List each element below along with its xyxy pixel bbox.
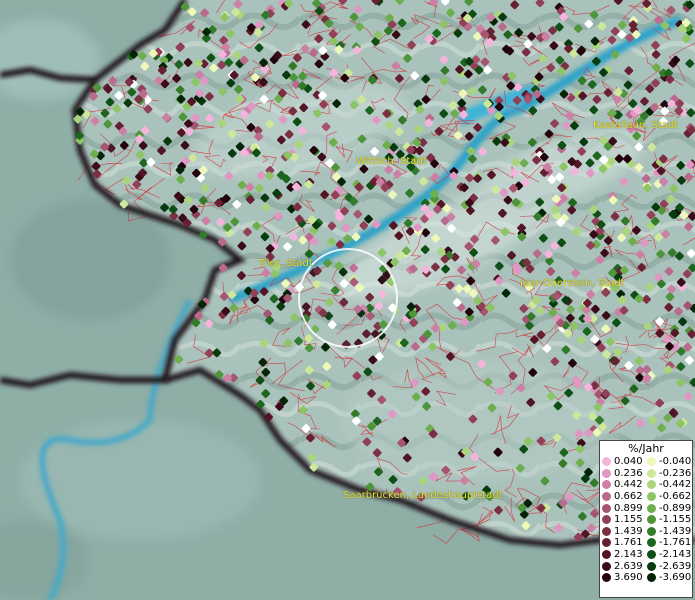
legend-row: -0.040 <box>647 456 692 468</box>
city-label-wittlich[interactable]: Wittlich, Stadt <box>356 156 427 167</box>
legend-row: 2.639 <box>602 560 647 572</box>
legend-row: -1.155 <box>647 514 692 526</box>
legend-swatch <box>602 480 611 490</box>
legend-swatch <box>602 492 611 502</box>
legend-label: -1.155 <box>659 514 692 526</box>
legend-row: 0.236 <box>602 468 647 480</box>
legend-label: 0.899 <box>614 502 643 514</box>
legend-swatch <box>602 573 611 583</box>
legend-row: 1.439 <box>602 526 647 538</box>
legend-swatch <box>647 480 656 490</box>
legend-label: 0.040 <box>614 456 643 468</box>
legend-label: -0.662 <box>659 491 692 503</box>
legend-label: 1.761 <box>614 537 643 549</box>
legend-swatch <box>602 526 611 536</box>
legend-row: -2.639 <box>647 560 692 572</box>
legend-row: -1.439 <box>647 526 692 538</box>
legend-label: -1.761 <box>659 537 692 549</box>
legend-positive-column: 0.040 0.236 0.442 0.662 0.899 1.155 1.439 1.761… <box>602 456 647 584</box>
legend-swatch <box>647 561 656 571</box>
legend-row: 0.442 <box>602 479 647 491</box>
map-view[interactable]: Kastellaun, Stadt Wittlich, Stadt Trier,… <box>0 0 695 600</box>
legend-label: 1.155 <box>614 514 643 526</box>
legend-row: -0.899 <box>647 502 692 514</box>
legend-row: -2.143 <box>647 549 692 561</box>
legend-row: 0.899 <box>602 502 647 514</box>
legend-swatch <box>602 503 611 513</box>
legend-row: -1.761 <box>647 537 692 549</box>
legend-label: 0.442 <box>614 479 643 491</box>
legend-label: -0.236 <box>659 467 692 479</box>
legend-swatch <box>647 468 656 478</box>
city-label-idar-oberstein[interactable]: Idar-Oberstein, Stadt <box>520 278 625 289</box>
legend-row: 3.690 <box>602 572 647 584</box>
legend-swatch <box>602 538 611 548</box>
legend-row: -0.442 <box>647 479 692 491</box>
map-base <box>0 0 695 600</box>
legend-row: -0.236 <box>647 468 692 480</box>
city-label-trier[interactable]: Trier, Stadt <box>258 258 313 269</box>
legend-swatch <box>647 538 656 548</box>
legend-swatch <box>647 503 656 513</box>
legend-label: 0.662 <box>614 491 643 503</box>
legend-swatch <box>647 550 656 560</box>
legend-swatch <box>647 457 656 467</box>
legend-label: -0.899 <box>659 502 692 514</box>
highlight-ring <box>298 248 398 348</box>
legend-swatch <box>602 515 611 525</box>
legend-row: -3.690 <box>647 572 692 584</box>
legend-row: 1.155 <box>602 514 647 526</box>
legend-title: %/Jahr <box>628 442 664 455</box>
legend-swatch <box>602 468 611 478</box>
legend-label: 0.236 <box>614 467 643 479</box>
legend-row: -0.662 <box>647 491 692 503</box>
legend-label: 3.690 <box>614 572 643 584</box>
legend-row: 2.143 <box>602 549 647 561</box>
legend-swatch <box>647 515 656 525</box>
legend-swatch <box>602 550 611 560</box>
city-label-kastellaun[interactable]: Kastellaun, Stadt <box>593 120 678 131</box>
legend-label: -3.690 <box>659 572 692 584</box>
legend-row: 0.662 <box>602 491 647 503</box>
legend-swatch <box>602 561 611 571</box>
legend-swatch <box>602 457 611 467</box>
legend-label: -1.439 <box>659 525 692 537</box>
legend-label: -2.143 <box>659 549 692 561</box>
legend-label: -0.442 <box>659 479 692 491</box>
legend-label: 2.639 <box>614 560 643 572</box>
legend: %/Jahr 0.040 0.236 0.442 0.662 0.899 1.155 1.4… <box>599 440 693 598</box>
legend-label: -0.040 <box>659 456 692 468</box>
legend-label: -2.639 <box>659 560 692 572</box>
legend-swatch <box>647 573 656 583</box>
legend-label: 2.143 <box>614 549 643 561</box>
legend-row: 1.761 <box>602 537 647 549</box>
legend-swatch <box>647 526 656 536</box>
legend-negative-column: -0.040 -0.236 -0.442 -0.662 -0.899 -1.155 -1.4… <box>647 456 692 584</box>
legend-row: 0.040 <box>602 456 647 468</box>
city-label-saarbruecken[interactable]: Saarbrücken, Landeshauptstadt <box>343 490 503 501</box>
legend-swatch <box>647 492 656 502</box>
legend-label: 1.439 <box>614 525 643 537</box>
